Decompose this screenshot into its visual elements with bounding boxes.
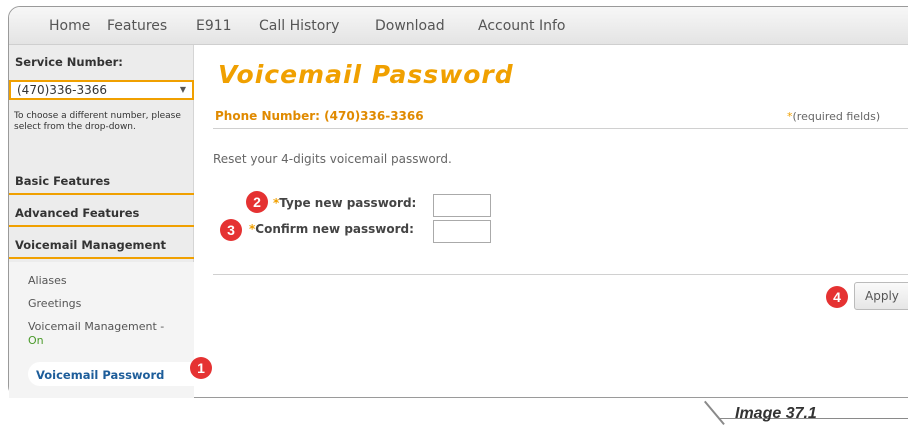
annotation-badge-2: 2 xyxy=(246,191,268,213)
divider-bottom xyxy=(213,274,908,275)
required-note-text: (required fields) xyxy=(792,110,881,123)
image-caption: Image 37.1 xyxy=(735,405,817,422)
nav-account-info[interactable]: Account Info xyxy=(478,18,565,34)
select-hint: To choose a different number, please sel… xyxy=(14,111,181,132)
nav-download[interactable]: Download xyxy=(375,18,445,34)
sidebar-item-greetings[interactable]: Greetings xyxy=(28,297,81,310)
selected-number: (470)336-3366 xyxy=(17,83,108,97)
sidebar-section-basic-features[interactable]: Basic Features xyxy=(9,167,194,195)
voicemail-status-on: On xyxy=(28,334,44,347)
nav-e911[interactable]: E911 xyxy=(196,18,232,34)
nav-call-history[interactable]: Call History xyxy=(259,18,339,34)
annotation-badge-1: 1 xyxy=(190,357,212,379)
confirm-password-label: *Confirm new password: xyxy=(249,222,414,236)
dropdown-arrow-icon: ▼ xyxy=(179,85,186,94)
top-navigation-bar: Home Features E911 Call History Download… xyxy=(9,7,908,45)
new-password-input[interactable] xyxy=(433,194,491,217)
sidebar-item-voicemail-management-status[interactable]: Voicemail Management - xyxy=(28,320,164,333)
sidebar-item-voicemail-password[interactable]: Voicemail Password xyxy=(28,362,194,386)
annotation-badge-4: 4 xyxy=(826,286,848,308)
sidebar-section-advanced-features[interactable]: Advanced Features xyxy=(9,199,194,227)
new-password-label: *Type new password: xyxy=(273,196,417,210)
nav-features[interactable]: Features xyxy=(107,18,167,34)
sidebar-section-voicemail-management[interactable]: Voicemail Management xyxy=(9,231,194,259)
required-fields-note: *(required fields) xyxy=(787,110,880,123)
service-number-label: Service Number: xyxy=(15,55,123,69)
instructions-text: Reset your 4-digits voicemail password. xyxy=(213,152,452,166)
divider-top xyxy=(213,128,908,129)
caption-pointer-line xyxy=(704,400,725,425)
sidebar-item-aliases[interactable]: Aliases xyxy=(28,274,67,287)
confirm-password-input[interactable] xyxy=(433,220,491,243)
page-title: Voicemail Password xyxy=(218,60,514,89)
phone-number-heading: Phone Number: (470)336-3366 xyxy=(215,109,424,123)
apply-button[interactable]: Apply xyxy=(854,282,908,310)
annotation-badge-3: 3 xyxy=(220,219,242,241)
service-number-select[interactable]: (470)336-3366 ▼ xyxy=(9,80,194,100)
nav-home[interactable]: Home xyxy=(49,18,90,34)
